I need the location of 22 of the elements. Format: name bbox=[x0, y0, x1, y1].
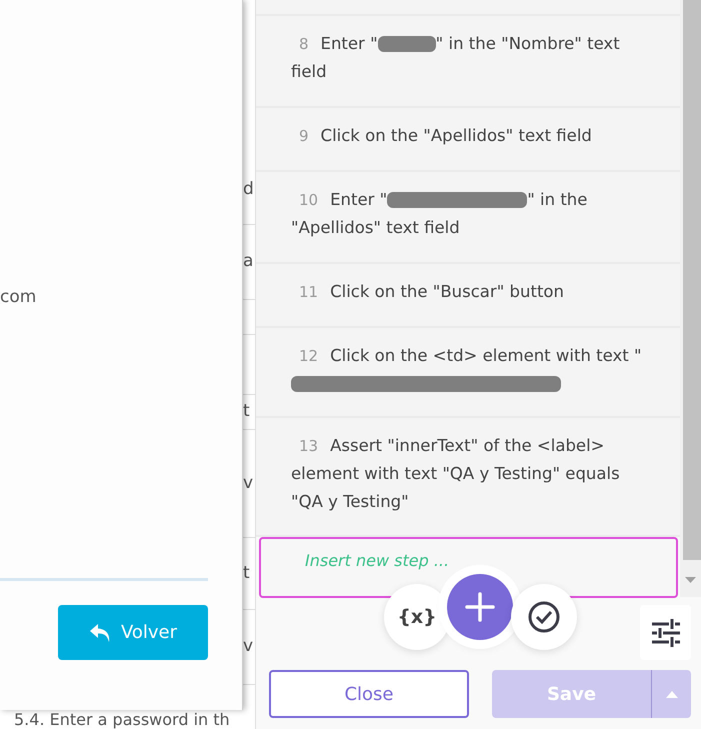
page-text: a bbox=[243, 250, 254, 274]
page-text: v bbox=[243, 635, 254, 658]
step-text: 12 Click on the <td> element with text " bbox=[291, 342, 646, 398]
close-button[interactable]: Close bbox=[269, 670, 469, 718]
step-row[interactable]: 12 Click on the <td> element with text " bbox=[256, 328, 680, 418]
insert-step-field[interactable]: Insert new step ... bbox=[259, 537, 678, 598]
step-text: 13 Assert "innerText" of the <label> element with text "QA y Testing" equals "QA y Testing" bbox=[291, 435, 621, 513]
page-text: d bbox=[243, 178, 254, 200]
page-text: t bbox=[243, 562, 250, 585]
step-row[interactable]: 9 Click on the "Apellidos" text field bbox=[256, 108, 680, 172]
page-text: t bbox=[243, 400, 250, 424]
step-text: 8 Enter " " in the "Nombre" text field bbox=[291, 33, 621, 83]
step-row[interactable]: 8 Enter " " in the "Nombre" text field bbox=[256, 16, 680, 108]
step-text: 9 Click on the "Apellidos" text field bbox=[298, 125, 593, 147]
page-text: 5.4. Enter a password in th bbox=[14, 712, 230, 728]
email-text: com bbox=[0, 286, 36, 309]
step-text: 11 Click on the "Buscar" button bbox=[298, 281, 565, 303]
step-row[interactable]: 13 Assert "innerText" of the <label> element with text "QA y Testing" equals "QA y Testing" bbox=[256, 418, 680, 537]
step-text: 10 Enter " " in the "Apellidos" text field bbox=[291, 189, 588, 239]
step-row[interactable]: 11 Click on the "Buscar" button bbox=[256, 264, 680, 328]
step-row[interactable]: 10 Enter " " in the "Apellidos" text field bbox=[256, 172, 680, 264]
page-text: v bbox=[243, 472, 254, 495]
